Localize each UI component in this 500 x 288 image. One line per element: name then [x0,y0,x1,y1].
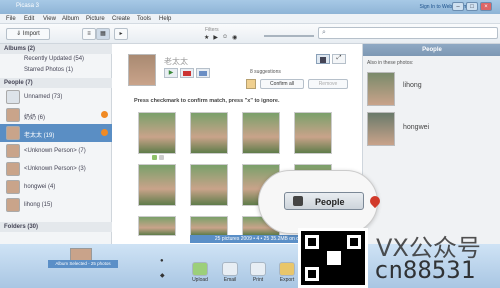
folder-nav-button[interactable]: ▸ [114,28,128,40]
album-starred-photos[interactable]: Starred Photos (1) [0,65,112,76]
sidebar-person-4[interactable]: <Unknown Person> (3) [0,160,112,178]
person-icon [320,57,326,63]
email-tray-button[interactable]: Email [218,262,242,283]
menu-tools[interactable]: Tools [137,16,151,22]
person-thumb [6,162,20,176]
export-icon [279,262,295,276]
face-thumbnail[interactable] [190,216,228,236]
window-title: Picasa 3 [16,3,40,9]
menu-view[interactable]: View [43,16,56,22]
watermark-id: cn88531 [374,256,476,284]
also-in-photos-label: Also in these photos: [367,60,414,66]
email-button[interactable] [196,68,210,78]
person-name[interactable]: 老太太 [164,56,188,67]
sidebar-person-3[interactable]: <Unknown Person> (7) [0,142,112,160]
folders-header[interactable]: Folders (30) [0,222,112,232]
share-button[interactable] [180,68,194,78]
related-person-thumb[interactable] [367,112,395,146]
filter-buttons: ★ ▶ ☺ ◉ [204,34,264,41]
person-thumb [6,180,20,194]
share-icon [183,71,191,76]
sidebar-person-1[interactable]: 奶奶 (6) [0,106,112,124]
sidebar-person-unnamed[interactable]: Unnamed (73) [0,88,112,106]
date-slider[interactable] [264,35,314,37]
movie-filter-icon[interactable]: ▶ [213,34,218,41]
remove-button[interactable]: Remove [308,79,348,89]
menu-help[interactable]: Help [159,16,171,22]
list-view-button[interactable]: ≡ [82,28,96,40]
suggestion-badge-icon [101,129,108,136]
person-view-button[interactable] [316,54,330,64]
people-button-zoomed[interactable]: People [284,192,364,210]
grid-view-button[interactable]: ▦ [96,28,110,40]
sidebar-person-5[interactable]: hongwei (4) [0,178,112,196]
suggestion-badge-icon [101,111,108,118]
minimize-button[interactable]: – [452,2,464,11]
related-person-thumb[interactable] [367,72,395,106]
people-filter-icon[interactable]: ☺ [222,34,228,40]
album-recently-updated[interactable]: Recently Updated (54) [0,54,112,65]
email-icon [222,262,238,276]
person-thumb [6,198,20,212]
face-thumbnail[interactable] [138,216,176,236]
related-person-name[interactable]: hongwei [403,124,429,131]
close-button[interactable]: × [480,2,492,11]
search-icon: ⌕ [322,29,326,36]
person-thumb [6,144,20,158]
search-input[interactable]: ⌕ [318,27,498,39]
qr-code [298,228,368,288]
filters-label: Filters [205,27,219,33]
face-thumbnail[interactable] [138,112,176,160]
geotag-filter-icon[interactable]: ◉ [232,34,237,41]
expand-icon: ⤢ [336,55,342,61]
albums-header[interactable]: Albums (2) [0,44,112,54]
face-thumbnail[interactable] [190,112,228,154]
import-button[interactable]: ⇓ Import [6,28,50,40]
sidebar-person-2[interactable]: 老太太 (19) [0,124,112,142]
email-icon [199,71,207,76]
people-header[interactable]: People (7) [0,78,112,88]
clear-tray-icon[interactable]: ◆ [160,272,170,282]
upload-button[interactable]: Upload [188,262,212,283]
menu-picture[interactable]: Picture [86,16,105,22]
person-avatar [128,54,156,86]
hold-icon[interactable]: ● [160,258,170,268]
play-slideshow-button[interactable]: ▶ [164,68,178,78]
printer-icon [250,262,266,276]
confirm-instruction: Press checkmark to confirm match, press … [134,98,280,104]
sidebar-person-6[interactable]: lihong (15) [0,196,112,214]
people-side-panel: People Also in these photos: lihong hong… [362,44,500,244]
related-person-name[interactable]: lihong [403,82,422,89]
face-thumbnail[interactable] [190,164,228,206]
menu-file[interactable]: File [6,16,16,22]
menu-create[interactable]: Create [112,16,130,22]
print-button[interactable]: Print [246,262,270,283]
menu-album[interactable]: Album [62,16,79,22]
import-icon: ⇓ [16,31,23,37]
person-icon [293,196,303,206]
title-bar: Picasa 3 Sign In to Web Albums – □ × [0,0,500,14]
album-selected-label: Album Selected - 25 photos [48,260,118,268]
people-panel-title: People [363,44,500,56]
face-thumbnail[interactable] [138,164,176,206]
suggestion-icon [246,79,256,89]
star-filter-icon[interactable]: ★ [204,34,209,41]
library-sidebar: Albums (2) Recently Updated (54) Starred… [0,44,112,244]
face-thumbnail[interactable] [242,112,280,154]
upload-icon [192,262,208,276]
maximize-button[interactable]: □ [466,2,478,11]
person-thumb [6,90,20,104]
expand-view-button[interactable]: ⤢ [332,54,346,64]
confirm-all-button[interactable]: Confirm all [260,79,304,89]
person-thumb [6,126,20,140]
menu-edit[interactable]: Edit [24,16,34,22]
suggestions-count: 8 suggestions [250,69,281,75]
export-button[interactable]: Export [275,262,299,283]
face-thumbnail[interactable] [294,112,332,154]
person-thumb [6,108,20,122]
menu-bar: File Edit View Album Picture Create Tool… [0,14,500,24]
